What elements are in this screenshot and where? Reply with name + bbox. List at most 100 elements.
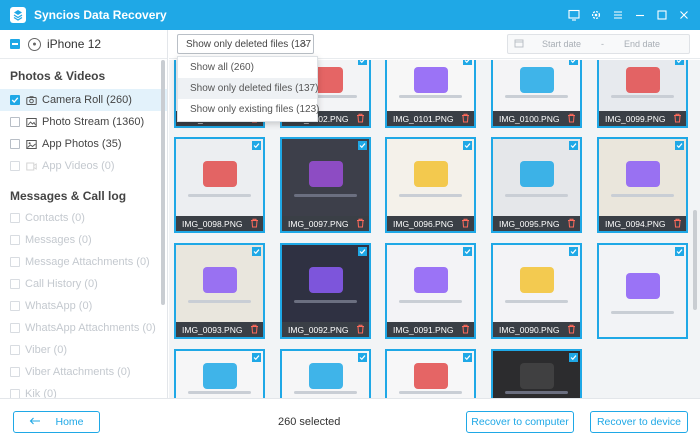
- tile-checkbox[interactable]: [569, 141, 578, 150]
- checkbox: [10, 345, 20, 355]
- checkbox: [10, 213, 20, 223]
- trash-icon: [356, 113, 365, 123]
- photo-thumbnail: [387, 60, 474, 111]
- photo-tile[interactable]: [597, 243, 688, 339]
- feedback-icon[interactable]: [566, 7, 582, 23]
- photo-caption: IMG_0099.PNG: [599, 111, 686, 126]
- thumbnail-art: [625, 273, 660, 300]
- photo-tile[interactable]: IMG_0094.PNG: [597, 137, 688, 233]
- sidebar-item-messages: Messages (0): [0, 229, 167, 251]
- trash-icon: [461, 113, 470, 123]
- filter-option-show-all[interactable]: Show all (260): [178, 57, 317, 78]
- photo-caption: IMG_0091.PNG: [387, 322, 474, 337]
- checkbox[interactable]: [10, 139, 20, 149]
- date-range[interactable]: Start date - End date: [507, 34, 690, 54]
- title-bar: Syncios Data Recovery: [0, 0, 700, 30]
- tile-checkbox[interactable]: [463, 141, 472, 150]
- selected-count: 260 selected: [278, 416, 341, 428]
- minimize-icon[interactable]: [632, 7, 648, 23]
- close-icon[interactable]: [676, 7, 692, 23]
- checkbox: [10, 389, 20, 398]
- camera-icon: [26, 95, 37, 106]
- checkbox[interactable]: [10, 95, 20, 105]
- sidebar-item-label: Viber Attachments (0): [25, 366, 131, 378]
- image-icon: [26, 139, 37, 150]
- photo-tile[interactable]: IMG_0101.PNG: [385, 60, 476, 128]
- filter-option-deleted[interactable]: Show only deleted files (137): [178, 78, 318, 99]
- trash-icon: [461, 218, 470, 228]
- sidebar-item-call-history: Call History (0): [0, 273, 167, 295]
- sidebar-item-photo-stream[interactable]: Photo Stream (1360): [0, 111, 167, 133]
- photo-tile[interactable]: IMG_0091.PNG: [385, 243, 476, 339]
- tile-checkbox[interactable]: [463, 247, 472, 256]
- photo-caption: IMG_0100.PNG: [493, 111, 580, 126]
- thumbnail-line: [505, 300, 568, 304]
- photo-tile[interactable]: [491, 349, 582, 398]
- app-logo-icon: [10, 7, 26, 23]
- photo-tile[interactable]: IMG_0098.PNG: [174, 137, 265, 233]
- sidebar-item-app-photos[interactable]: App Photos (35): [0, 133, 167, 155]
- home-button-label: Home: [55, 416, 84, 428]
- app-title: Syncios Data Recovery: [34, 8, 167, 22]
- tile-checkbox[interactable]: [569, 247, 578, 256]
- filter-select[interactable]: Show only deleted files (137: [177, 34, 314, 54]
- menu-icon[interactable]: [610, 7, 626, 23]
- photo-tile[interactable]: [385, 349, 476, 398]
- photo-tile[interactable]: IMG_0090.PNG: [491, 243, 582, 339]
- thumbnail-art: [519, 160, 554, 187]
- end-date-input[interactable]: End date: [624, 39, 660, 49]
- tile-checkbox[interactable]: [675, 60, 684, 65]
- tile-checkbox[interactable]: [358, 353, 367, 362]
- filter-option-existing[interactable]: Show only existing files (123): [178, 99, 320, 120]
- tile-checkbox[interactable]: [569, 60, 578, 65]
- sidebar-item-camera-roll[interactable]: Camera Roll (260): [0, 89, 167, 111]
- sidebar: ● iPhone 12 Photos & Videos Camera Roll …: [0, 30, 168, 398]
- photo-tile[interactable]: IMG_0095.PNG: [491, 137, 582, 233]
- photo-tile[interactable]: IMG_0096.PNG: [385, 137, 476, 233]
- tile-checkbox[interactable]: [463, 353, 472, 362]
- start-date-input[interactable]: Start date: [542, 39, 581, 49]
- photo-tile[interactable]: IMG_0100.PNG: [491, 60, 582, 128]
- tile-checkbox[interactable]: [675, 247, 684, 256]
- photo-tile[interactable]: [280, 349, 371, 398]
- checkbox[interactable]: [10, 117, 20, 127]
- home-button[interactable]: Home: [13, 411, 100, 433]
- recover-to-device-button[interactable]: Recover to device: [590, 411, 688, 433]
- photo-thumbnail: [282, 245, 369, 322]
- tile-checkbox[interactable]: [569, 353, 578, 362]
- sidebar-item-label: Messages (0): [25, 234, 92, 246]
- photo-tile[interactable]: [174, 349, 265, 398]
- grid-scrollbar[interactable]: [693, 210, 697, 310]
- photo-thumbnail: [599, 139, 686, 216]
- tile-checkbox[interactable]: [358, 141, 367, 150]
- thumbnail-line: [611, 194, 674, 198]
- thumbnail-art: [413, 160, 448, 187]
- tile-checkbox[interactable]: [252, 353, 261, 362]
- thumbnail-art: [202, 266, 237, 293]
- photo-tile[interactable]: IMG_0099.PNG: [597, 60, 688, 128]
- photo-caption: IMG_0096.PNG: [387, 216, 474, 231]
- photo-tile[interactable]: IMG_0097.PNG: [280, 137, 371, 233]
- tile-checkbox[interactable]: [358, 60, 367, 65]
- recover-to-computer-button[interactable]: Recover to computer: [466, 411, 574, 433]
- photo-tile[interactable]: IMG_0092.PNG: [280, 243, 371, 339]
- tile-checkbox[interactable]: [252, 141, 261, 150]
- tile-checkbox[interactable]: [463, 60, 472, 65]
- photo-filename: IMG_0093.PNG: [182, 324, 243, 335]
- device-checkbox[interactable]: [10, 39, 20, 49]
- sidebar-item-contacts: Contacts (0): [0, 207, 167, 229]
- photo-tile[interactable]: IMG_0093.PNG: [174, 243, 265, 339]
- gear-icon[interactable]: [588, 7, 604, 23]
- tile-checkbox[interactable]: [252, 247, 261, 256]
- photo-filename: IMG_0098.PNG: [182, 218, 243, 229]
- tile-checkbox[interactable]: [358, 247, 367, 256]
- trash-icon: [461, 324, 470, 334]
- sidebar-scrollbar[interactable]: [161, 60, 165, 305]
- trash-icon: [356, 324, 365, 334]
- photo-thumbnail: [387, 245, 474, 322]
- maximize-icon[interactable]: [654, 7, 670, 23]
- bottom-bar: Home 260 selected Recover to computer Re…: [0, 398, 700, 446]
- device-row[interactable]: ● iPhone 12: [0, 30, 167, 59]
- tile-checkbox[interactable]: [675, 141, 684, 150]
- photo-thumbnail: [282, 139, 369, 216]
